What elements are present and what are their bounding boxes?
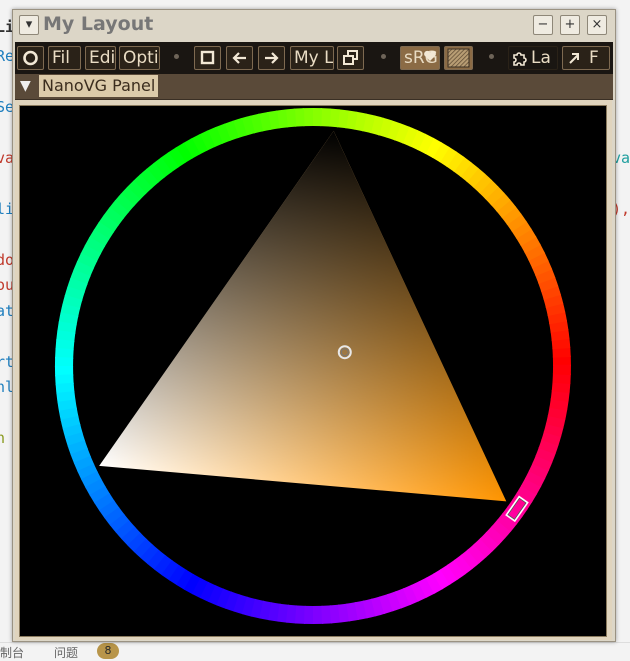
window-title: My Layout	[43, 13, 154, 35]
file-menu[interactable]: Fil	[48, 46, 81, 70]
texture-button[interactable]	[444, 46, 473, 70]
problems-count-badge: 8	[97, 643, 119, 659]
window-collapse-button[interactable]: ▾	[19, 15, 39, 35]
status-bar: 制台 问题 8	[0, 642, 630, 661]
nanovg-canvas-frame	[15, 100, 612, 640]
windows-button[interactable]	[337, 46, 364, 70]
code-snippet: n	[0, 429, 6, 447]
window-close-button[interactable]: ×	[587, 15, 607, 35]
forward-button[interactable]	[258, 46, 285, 70]
arrow-right-icon	[265, 52, 279, 64]
back-button[interactable]	[226, 46, 253, 70]
layout-select[interactable]: My L	[290, 46, 334, 70]
float-button[interactable]: F	[562, 46, 610, 70]
nanovg-canvas[interactable]	[19, 105, 607, 637]
saturation-value-triangle[interactable]	[99, 130, 507, 502]
color-wheel[interactable]	[20, 106, 606, 636]
window-minimize-button[interactable]: −	[533, 15, 553, 35]
record-button[interactable]	[17, 46, 44, 70]
window-titlebar[interactable]: ▾ My Layout − + ×	[13, 10, 615, 42]
texture-icon	[447, 48, 470, 68]
triangle-value-layer	[99, 130, 507, 502]
puzzle-icon	[513, 52, 527, 66]
panel-header[interactable]: ▼ NanoVG Panel	[15, 74, 613, 100]
square-icon	[200, 50, 215, 65]
close-icon: ×	[591, 17, 603, 32]
collapse-triangle-icon[interactable]: ▼	[20, 78, 31, 94]
my-layout-window: ▾ My Layout − + × Fil Edi Opti My L sRG …	[12, 9, 616, 642]
panel-title: NanoVG Panel	[39, 75, 159, 97]
square-button[interactable]	[194, 46, 221, 70]
arrow-left-icon	[232, 52, 246, 64]
float-label: F	[589, 48, 599, 68]
window-dock-button[interactable]: +	[560, 15, 580, 35]
console-tab[interactable]: 制台	[0, 644, 24, 661]
toolbar-separator	[489, 54, 494, 59]
toolbar-separator	[381, 54, 386, 59]
color-space-button[interactable]: sRG	[400, 46, 440, 70]
toolbar: Fil Edi Opti My L sRG La F	[15, 42, 613, 74]
layers-button[interactable]: La	[508, 46, 558, 70]
chevron-down-icon: ▾	[25, 17, 33, 32]
dock-icon: +	[564, 17, 576, 32]
layers-label: La	[531, 48, 551, 68]
problems-tab[interactable]: 问题	[54, 644, 78, 661]
record-icon	[23, 50, 38, 66]
arrow-up-right-icon	[569, 53, 579, 64]
minimize-icon: −	[537, 17, 549, 32]
edit-menu[interactable]: Edi	[85, 46, 116, 70]
windows-icon	[343, 50, 358, 65]
heart-icon	[424, 50, 436, 61]
options-menu[interactable]: Opti	[119, 46, 160, 70]
toolbar-separator	[174, 54, 179, 59]
